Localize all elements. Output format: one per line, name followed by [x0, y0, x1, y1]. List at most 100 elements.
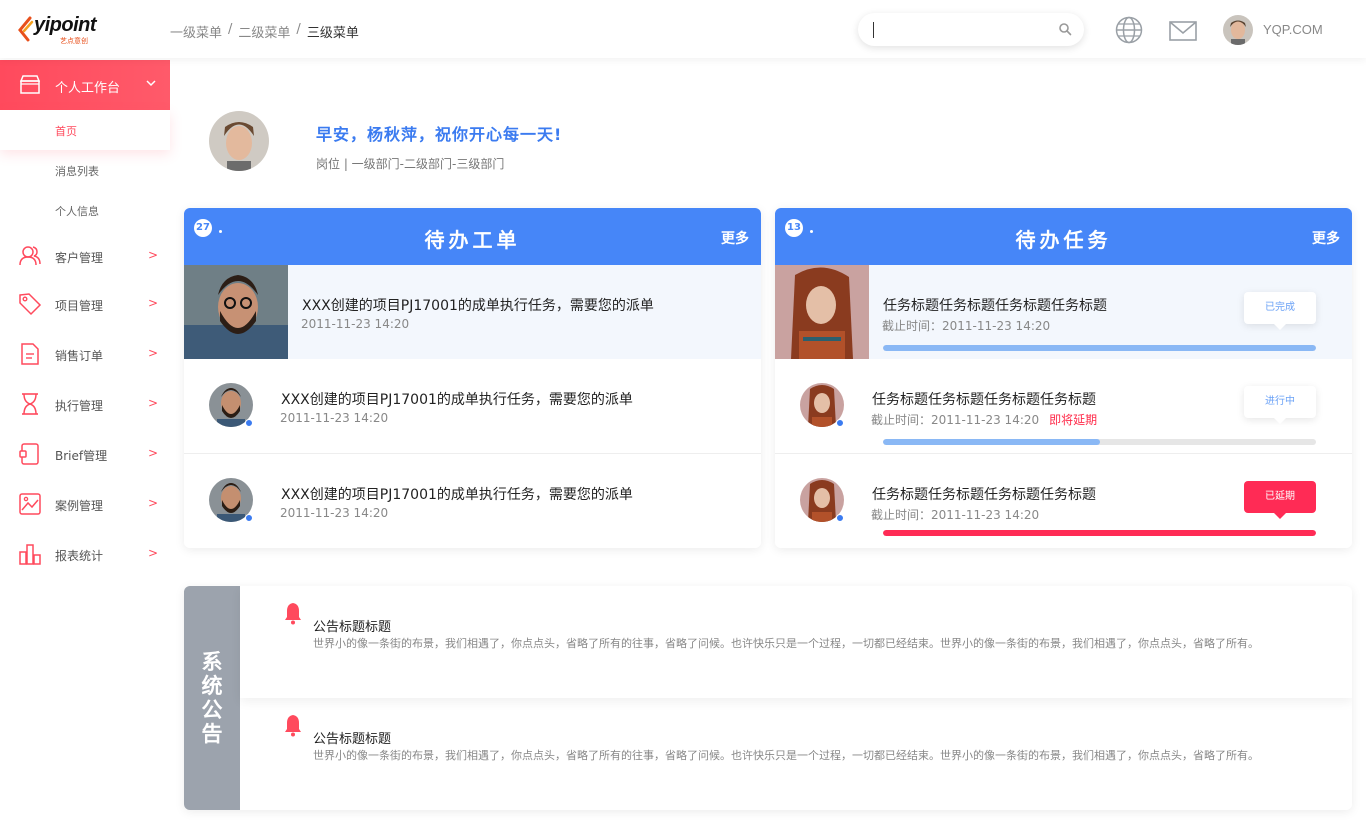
- order-text: XXX创建的项目PJ17001的成单执行任务，需要您的派单: [281, 487, 633, 503]
- notice-side-title: 系 统 公 告: [200, 650, 224, 746]
- more-link[interactable]: 更多: [1312, 228, 1340, 248]
- online-indicator: [245, 419, 253, 427]
- notice-side-char: 统: [201, 674, 223, 698]
- mail-icon[interactable]: [1169, 17, 1197, 45]
- sidebar-item-label: Brief管理: [55, 449, 108, 463]
- greeting-text: 早安，杨秋萍，祝你开心每一天!: [316, 125, 563, 144]
- breadcrumb-separator: /: [296, 22, 301, 37]
- task-text: 任务标题任务标题任务标题任务标题: [883, 298, 1107, 314]
- task-deadline: 截止时间：2011-11-23 14:20: [871, 508, 1040, 522]
- breadcrumb-level-2[interactable]: 二级菜单: [238, 22, 290, 41]
- hourglass-icon: [22, 393, 38, 415]
- online-indicator: [836, 514, 844, 522]
- notice-body: 世界小的像一条街的布景，我们相遇了，你点点头，省略了所有的往事，省略了问候。也许…: [313, 749, 1259, 762]
- pending-tasks-card: 13 待办任务 更多 任务标题任务标题任务标题任务标题 截止时间：2011-11…: [775, 208, 1352, 548]
- username[interactable]: YQP.COM: [1263, 22, 1323, 37]
- sidebar-subitem-home[interactable]: 首页: [0, 110, 170, 150]
- sidebar-item-brief[interactable]: Brief管理 >: [0, 434, 170, 474]
- list-item[interactable]: 任务标题任务标题任务标题任务标题 截止时间：2011-11-23 14:20 即将…: [775, 359, 1352, 454]
- chevron-right-icon: >: [148, 296, 159, 310]
- card-header: 13 待办任务 更多: [775, 208, 1352, 265]
- notice-side-label: 系 统 公 告: [184, 586, 240, 810]
- card-title: 待办任务: [1015, 228, 1112, 252]
- breadcrumb-current: 三级菜单: [306, 26, 359, 41]
- sidebar-item-label: 项目管理: [55, 299, 104, 313]
- tag-icon: [19, 293, 42, 316]
- sidebar-item-reports[interactable]: 报表统计 >: [0, 534, 170, 574]
- chevron-right-icon: >: [148, 248, 159, 262]
- search-input[interactable]: [872, 20, 1052, 40]
- more-link[interactable]: 更多: [721, 228, 749, 248]
- list-item[interactable]: XXX创建的项目PJ17001的成单执行任务，需要您的派单 2011-11-23…: [184, 359, 761, 454]
- order-photo: [184, 265, 288, 359]
- task-progress: [883, 439, 1316, 445]
- card-title: 待办工单: [424, 228, 521, 252]
- sidebar-item-execution[interactable]: 执行管理 >: [0, 384, 170, 424]
- person-photo: [775, 265, 869, 359]
- task-progress-fill: [883, 345, 1316, 351]
- notice-side-char: 告: [201, 722, 223, 746]
- pending-orders-card: 27 待办工单 更多 XXX创建的项目PJ17001的成单执行任务，需要您的派单…: [184, 208, 761, 548]
- card-header: 27 待办工单 更多: [184, 208, 761, 265]
- notice-title: 公告标题标题: [313, 620, 392, 635]
- order-time: 2011-11-23 14:20: [280, 411, 389, 425]
- notice-title: 公告标题标题: [313, 732, 392, 747]
- task-deadline: 截止时间：2011-11-23 14:20 即将延期: [871, 411, 1097, 428]
- wallet-icon: [19, 443, 39, 465]
- globe-icon[interactable]: [1115, 16, 1143, 44]
- chevron-right-icon: >: [148, 346, 159, 360]
- list-item[interactable]: XXX创建的项目PJ17001的成单执行任务，需要您的派单 2011-11-23…: [184, 454, 761, 548]
- sidebar-item-projects[interactable]: 项目管理 >: [0, 284, 170, 324]
- chevron-down-icon: [146, 80, 156, 87]
- notice-side-char: 系: [201, 650, 223, 674]
- notice-side-char: 公: [201, 698, 223, 722]
- sidebar-item-label: 销售订单: [55, 349, 104, 363]
- task-deadline: 截止时间：2011-11-23 14:20: [882, 319, 1051, 333]
- sidebar-item-label: 案例管理: [55, 499, 104, 513]
- sidebar-item-label: 执行管理: [55, 399, 104, 413]
- person-photo: [184, 265, 288, 359]
- notice-item[interactable]: 公告标题标题 世界小的像一条街的布景，我们相遇了，你点点头，省略了所有的往事，省…: [240, 586, 1352, 698]
- delay-warning: 即将延期: [1049, 413, 1098, 427]
- list-item[interactable]: XXX创建的项目PJ17001的成单执行任务，需要您的派单 2011-11-23…: [184, 265, 761, 359]
- department-text: 岗位 | 一级部门-二级部门-三级部门: [316, 157, 505, 171]
- task-progress-fill: [883, 439, 1100, 445]
- status-tag-delayed: 已延期: [1244, 481, 1316, 519]
- chevron-right-icon: >: [148, 496, 159, 510]
- sidebar-subitem-messages[interactable]: 消息列表: [0, 150, 170, 190]
- chevron-right-icon: >: [148, 446, 159, 460]
- notice-body: 世界小的像一条街的布景，我们相遇了，你点点头，省略了所有的往事，省略了问候。也许…: [313, 637, 1259, 650]
- user-avatar-image: [1223, 15, 1253, 45]
- store-icon: [19, 75, 41, 94]
- order-text: XXX创建的项目PJ17001的成单执行任务，需要您的派单: [281, 392, 633, 408]
- user-avatar[interactable]: [1223, 15, 1253, 45]
- sidebar-subitem-label: 个人信息: [55, 205, 99, 218]
- task-text: 任务标题任务标题任务标题任务标题: [872, 487, 1096, 503]
- sidebar-item-sales-orders[interactable]: 销售订单 >: [0, 334, 170, 374]
- sidebar: 个人工作台 首页 消息列表 个人信息 客户管理 > 项目管理 > 销售订单 > …: [0, 58, 170, 825]
- sidebar-item-customers[interactable]: 客户管理 >: [0, 236, 170, 276]
- logo[interactable]: yipoint 艺点意创: [18, 14, 98, 46]
- task-progress-fill: [883, 530, 1316, 536]
- task-photo: [775, 265, 869, 359]
- logo-text: yipoint: [34, 14, 97, 36]
- sidebar-subitem-profile[interactable]: 个人信息: [0, 190, 170, 230]
- sidebar-item-label: 报表统计: [55, 549, 104, 563]
- status-tag-done: 已完成: [1244, 292, 1316, 330]
- list-item[interactable]: 任务标题任务标题任务标题任务标题 截止时间：2011-11-23 14:20 已…: [775, 265, 1352, 359]
- sidebar-subitem-label: 首页: [55, 125, 77, 138]
- breadcrumb-level-1[interactable]: 一级菜单: [170, 22, 222, 41]
- sidebar-group-label: 个人工作台: [55, 81, 121, 96]
- sidebar-group-workbench[interactable]: 个人工作台: [0, 60, 170, 110]
- notice-item[interactable]: 公告标题标题 世界小的像一条街的布景，我们相遇了，你点点头，省略了所有的往事，省…: [240, 698, 1352, 810]
- document-icon: [21, 343, 39, 365]
- sidebar-item-cases[interactable]: 案例管理 >: [0, 484, 170, 524]
- top-header: yipoint 艺点意创 一级菜单 / 二级菜单 / 三级菜单 YQP.COM: [0, 0, 1366, 58]
- online-indicator: [836, 419, 844, 427]
- image-icon: [19, 493, 41, 515]
- bar-chart-icon: [19, 544, 41, 565]
- logo-subtext: 艺点意创: [60, 37, 88, 45]
- status-tag-in-progress: 进行中: [1244, 386, 1316, 424]
- search-icon[interactable]: [1058, 22, 1072, 36]
- list-item[interactable]: 任务标题任务标题任务标题任务标题 截止时间：2011-11-23 14:20 已…: [775, 454, 1352, 548]
